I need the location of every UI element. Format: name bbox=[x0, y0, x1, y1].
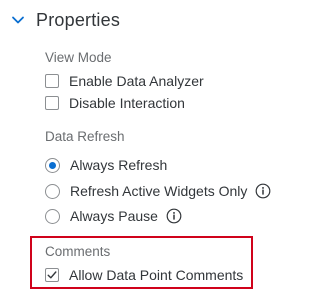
refresh-active-widgets-only-radio[interactable]: Refresh Active Widgets Only bbox=[45, 182, 271, 200]
checkbox-label: Allow Data Point Comments bbox=[69, 267, 244, 283]
checkbox-label: Disable Interaction bbox=[69, 95, 185, 111]
allow-data-point-comments-checkbox[interactable]: Allow Data Point Comments bbox=[45, 266, 243, 284]
info-icon[interactable] bbox=[166, 208, 182, 224]
radio-button-selected[interactable] bbox=[45, 157, 60, 173]
radio-button[interactable] bbox=[45, 208, 60, 224]
disable-interaction-checkbox[interactable]: Disable Interaction bbox=[45, 94, 185, 112]
checkbox-box[interactable] bbox=[45, 74, 59, 88]
radio-label: Always Refresh bbox=[70, 157, 168, 173]
properties-header[interactable]: Properties bbox=[10, 7, 120, 33]
radio-button[interactable] bbox=[45, 183, 60, 199]
chevron-down-icon[interactable] bbox=[10, 12, 26, 28]
comments-label: Comments bbox=[45, 244, 111, 259]
always-refresh-radio[interactable]: Always Refresh bbox=[45, 156, 167, 174]
checkbox-label: Enable Data Analyzer bbox=[69, 73, 204, 89]
info-icon[interactable] bbox=[255, 183, 271, 199]
always-pause-radio[interactable]: Always Pause bbox=[45, 207, 182, 225]
panel-title: Properties bbox=[36, 9, 121, 30]
radio-dot bbox=[49, 161, 56, 169]
checkbox-box-checked[interactable] bbox=[45, 268, 59, 282]
radio-label: Always Pause bbox=[70, 208, 158, 224]
enable-data-analyzer-checkbox[interactable]: Enable Data Analyzer bbox=[45, 72, 204, 90]
view-mode-label: View Mode bbox=[45, 50, 112, 65]
checkmark-icon bbox=[47, 271, 57, 279]
checkbox-box[interactable] bbox=[45, 96, 59, 110]
data-refresh-label: Data Refresh bbox=[45, 129, 125, 144]
radio-label: Refresh Active Widgets Only bbox=[70, 183, 248, 199]
